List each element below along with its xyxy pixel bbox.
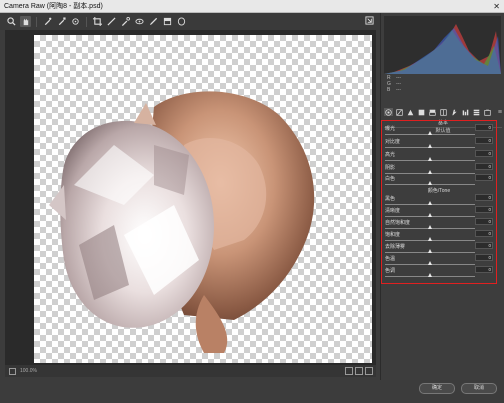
- slider-thumb[interactable]: [427, 181, 432, 185]
- slider-track[interactable]: [385, 157, 475, 161]
- slider-value[interactable]: 0: [475, 242, 493, 249]
- slider-track[interactable]: [385, 261, 475, 265]
- slider-value[interactable]: 0: [475, 137, 493, 144]
- hand-icon[interactable]: [20, 16, 31, 27]
- group-title: 颜色/Tone: [427, 188, 451, 194]
- window-titlebar: Camera Raw (阿陶8 - 副本.psd) ✕: [0, 0, 504, 13]
- slider-thumb[interactable]: [427, 237, 432, 241]
- toolbar-divider: [86, 16, 87, 27]
- basic-icon[interactable]: [384, 108, 393, 116]
- slider-label: 曝光: [385, 126, 396, 132]
- image-preview-frame: [5, 30, 376, 365]
- slider-thumb[interactable]: [427, 261, 432, 265]
- spot-removal-icon[interactable]: [120, 16, 131, 27]
- slider-track[interactable]: [385, 201, 475, 205]
- slider-value[interactable]: 0: [475, 163, 493, 170]
- slider-thumb[interactable]: [427, 157, 432, 161]
- before-after-icon[interactable]: [345, 367, 353, 375]
- slider-thumb[interactable]: [427, 170, 432, 174]
- slider-track[interactable]: [385, 144, 475, 148]
- slider-thumb[interactable]: [427, 201, 432, 205]
- cancel-button[interactable]: 取消: [461, 383, 497, 394]
- panel-menu-icon[interactable]: ≡: [498, 109, 502, 116]
- slider-label: 饱和度: [385, 232, 401, 238]
- slider-label: 对比度: [385, 139, 401, 145]
- slider-label: 黑色: [385, 196, 396, 202]
- adjustment-brush-icon[interactable]: [148, 16, 159, 27]
- slider-track[interactable]: [385, 131, 475, 135]
- slider-label: 自然饱和度: [385, 220, 411, 226]
- slider-thumb[interactable]: [427, 144, 432, 148]
- slider-value[interactable]: 0: [475, 150, 493, 157]
- effects-icon[interactable]: [450, 108, 459, 116]
- slider-row: 色调 0: [385, 266, 493, 280]
- slider-value[interactable]: 0: [475, 174, 493, 181]
- view-controls: [345, 367, 373, 375]
- calibration-icon[interactable]: [461, 108, 470, 116]
- snapshots-icon[interactable]: [483, 108, 492, 116]
- slider-label: 色温: [385, 256, 396, 262]
- tool-bar: [0, 13, 380, 30]
- fullscreen-icon[interactable]: [365, 16, 376, 27]
- histogram: [384, 16, 501, 74]
- rgb-readout: R --- G --- B ---: [387, 75, 401, 93]
- slider-track[interactable]: [385, 273, 475, 277]
- zoom-icon[interactable]: [6, 16, 17, 27]
- slider-value[interactable]: 0: [475, 230, 493, 237]
- presets-icon[interactable]: [472, 108, 481, 116]
- settings-icon[interactable]: [365, 367, 373, 375]
- ok-button[interactable]: 确定: [419, 383, 455, 394]
- slider-thumb[interactable]: [427, 273, 432, 277]
- slider-track[interactable]: [385, 225, 475, 229]
- status-bar: 100.0%: [5, 365, 376, 377]
- slider-label: 去除薄雾: [385, 244, 406, 250]
- ring-photo: [49, 91, 315, 353]
- slider-thumb[interactable]: [427, 225, 432, 229]
- zoom-level[interactable]: 100.0%: [20, 368, 37, 374]
- panel-tabs: ≡: [384, 107, 502, 117]
- view-toggle-icon[interactable]: [9, 367, 16, 375]
- slider-label: 高光: [385, 152, 396, 158]
- radial-filter-icon[interactable]: [176, 16, 187, 27]
- hsl-icon[interactable]: [417, 108, 426, 116]
- slider-track[interactable]: [385, 249, 475, 253]
- red-eye-icon[interactable]: [134, 16, 145, 27]
- slider-label: 清晰度: [385, 208, 401, 214]
- slider-value[interactable]: 0: [475, 254, 493, 261]
- slider-track[interactable]: [385, 170, 475, 174]
- slider-thumb[interactable]: [427, 131, 432, 135]
- close-icon[interactable]: ✕: [493, 0, 500, 13]
- slider-track[interactable]: [385, 213, 475, 217]
- graduated-filter-icon[interactable]: [162, 16, 173, 27]
- slider-value[interactable]: 0: [475, 124, 493, 131]
- window-title: Camera Raw (阿陶8 - 副本.psd): [4, 3, 103, 10]
- crop-icon[interactable]: [92, 16, 103, 27]
- slider-track[interactable]: [385, 181, 475, 185]
- slider-value[interactable]: 0: [475, 266, 493, 273]
- targeted-adjust-icon[interactable]: [70, 16, 81, 27]
- slider-value[interactable]: 0: [475, 218, 493, 225]
- white-balance-icon[interactable]: [42, 16, 53, 27]
- toolbar-divider: [36, 16, 37, 27]
- image-preview[interactable]: [34, 35, 372, 363]
- detail-icon[interactable]: [406, 108, 415, 116]
- slider-track[interactable]: [385, 237, 475, 241]
- slider-value[interactable]: 0: [475, 194, 493, 201]
- basic-sliders-group: 曝光 0 对比度 0 高光 0 阴影 0 白色 0 颜色/Tone 黑色 0 清…: [381, 120, 497, 284]
- swap-icon[interactable]: [355, 367, 363, 375]
- color-sampler-icon[interactable]: [56, 16, 67, 27]
- slider-label: 阴影: [385, 165, 396, 171]
- slider-value[interactable]: 0: [475, 206, 493, 213]
- straighten-icon[interactable]: [106, 16, 117, 27]
- slider-label: 白色: [385, 176, 396, 182]
- split-toning-icon[interactable]: [428, 108, 437, 116]
- slider-thumb[interactable]: [427, 249, 432, 253]
- slider-thumb[interactable]: [427, 213, 432, 217]
- slider-label: 色调: [385, 268, 396, 274]
- lens-icon[interactable]: [439, 108, 448, 116]
- tone-curve-icon[interactable]: [395, 108, 404, 116]
